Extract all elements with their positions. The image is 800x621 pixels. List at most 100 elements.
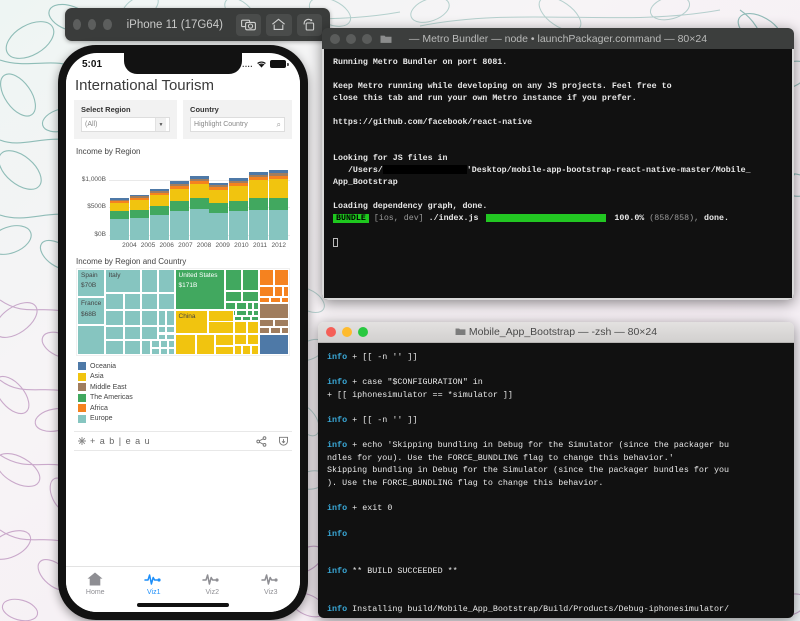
- legend-item-asia[interactable]: Asia: [78, 372, 189, 381]
- treemap-cell[interactable]: [225, 269, 243, 292]
- treemap-cell[interactable]: [157, 269, 175, 294]
- metro-close-button[interactable]: [330, 33, 340, 44]
- bar-2007[interactable]: [169, 181, 189, 240]
- ios-simulator-window[interactable]: iPhone 11 (17G64) 5:01 .... Internationa…: [25, 5, 330, 621]
- treemap-cell[interactable]: [77, 324, 105, 355]
- treemap-cell[interactable]: [280, 327, 289, 335]
- treemap-cell[interactable]: [259, 334, 289, 355]
- country-filter[interactable]: Country Highlight Country ⌕: [183, 100, 292, 139]
- treemap-cell[interactable]: [274, 318, 289, 328]
- treemap-cell[interactable]: [269, 327, 281, 335]
- bar-segment-europe[interactable]: [129, 217, 149, 240]
- treemap-cell[interactable]: [140, 325, 158, 341]
- chevron-down-icon[interactable]: ▼: [155, 118, 167, 131]
- treemap-cell[interactable]: [157, 325, 167, 334]
- treemap-cell[interactable]: [151, 340, 160, 349]
- treemap-cell[interactable]: [157, 310, 167, 326]
- download-icon[interactable]: [278, 436, 289, 447]
- treemap-cell[interactable]: [259, 318, 275, 328]
- zsh-terminal-output[interactable]: info + [[ -n '' ]] info + case "$CONFIGU…: [318, 343, 794, 618]
- search-icon[interactable]: ⌕: [277, 120, 281, 130]
- treemap-cell[interactable]: [166, 325, 175, 334]
- metro-minimize-button[interactable]: [346, 33, 356, 44]
- treemap-cell[interactable]: [246, 334, 260, 345]
- treemap-cell[interactable]: [233, 334, 247, 345]
- treemap-cell-china[interactable]: China: [174, 310, 209, 335]
- bar-segment-europe[interactable]: [209, 212, 229, 240]
- bar-segment-europe[interactable]: [110, 218, 129, 240]
- rotate-button[interactable]: [296, 13, 323, 36]
- income-by-region-country-treemap[interactable]: Spain $70B France $68B Italy United States $17…: [76, 268, 290, 356]
- bar-2004[interactable]: [110, 197, 129, 240]
- bar-segment-the-americas[interactable]: [129, 209, 149, 218]
- legend-item-africa[interactable]: Africa: [78, 404, 189, 412]
- bar-2011[interactable]: [249, 171, 269, 240]
- metro-bundler-terminal-window[interactable]: — Metro Bundler — node • launchPackager.…: [322, 28, 794, 300]
- bar-2009[interactable]: [209, 183, 229, 240]
- bar-2005[interactable]: [129, 194, 149, 240]
- bar-segment-asia[interactable]: [249, 180, 269, 198]
- bar-segment-asia[interactable]: [129, 200, 149, 210]
- treemap-cell[interactable]: [242, 344, 251, 355]
- simulator-minimize-button[interactable]: [88, 19, 97, 30]
- simulator-toolbar[interactable]: iPhone 11 (17G64): [65, 8, 330, 41]
- tab-home[interactable]: Home: [66, 571, 125, 596]
- treemap-cell[interactable]: [104, 325, 124, 341]
- treemap-cell[interactable]: [123, 340, 141, 355]
- simulator-close-button[interactable]: [73, 19, 82, 30]
- treemap-cell[interactable]: [157, 333, 167, 341]
- treemap-cell[interactable]: [236, 301, 247, 311]
- zsh-terminal-titlebar[interactable]: Mobile_App_Bootstrap — -zsh — 80×24: [318, 322, 794, 343]
- treemap-cell[interactable]: [140, 269, 158, 294]
- simulator-maximize-button[interactable]: [103, 19, 112, 30]
- treemap-cell[interactable]: [225, 291, 243, 302]
- treemap-cell[interactable]: [140, 340, 152, 355]
- treemap-cell[interactable]: [151, 348, 160, 355]
- treemap-cell[interactable]: [140, 310, 158, 326]
- treemap-cell[interactable]: [159, 348, 169, 355]
- bar-segment-asia[interactable]: [209, 190, 229, 203]
- bar-segment-europe[interactable]: [229, 211, 249, 240]
- bar-segment-asia[interactable]: [229, 185, 249, 201]
- treemap-cell-spain[interactable]: Spain $70B: [77, 269, 105, 298]
- iphone-screen[interactable]: 5:01 .... International Tourism Select R…: [66, 53, 300, 612]
- treemap-cell[interactable]: [280, 296, 289, 304]
- treemap-cell[interactable]: [195, 334, 215, 355]
- bar-segment-asia[interactable]: [149, 195, 169, 206]
- legend-item-europe[interactable]: Europe: [78, 414, 189, 423]
- bar-segment-the-americas[interactable]: [269, 197, 288, 211]
- tab-viz2[interactable]: Viz2: [183, 571, 242, 596]
- share-icon[interactable]: [256, 435, 267, 447]
- bar-segment-the-americas[interactable]: [209, 202, 229, 213]
- country-search-field[interactable]: Highlight Country ⌕: [190, 117, 285, 132]
- treemap-cell[interactable]: [123, 293, 141, 311]
- treemap-cell[interactable]: [250, 344, 260, 355]
- treemap-cell[interactable]: [104, 340, 124, 355]
- treemap-cell[interactable]: [166, 333, 175, 341]
- treemap-cell[interactable]: [157, 293, 175, 311]
- region-select[interactable]: (All) ▼: [81, 117, 171, 132]
- treemap-cell[interactable]: [274, 286, 283, 297]
- bar-2008[interactable]: [189, 176, 209, 240]
- legend-item-the-americas[interactable]: The Americas: [78, 393, 189, 402]
- tab-viz3[interactable]: Viz3: [242, 571, 301, 596]
- metro-terminal-titlebar[interactable]: — Metro Bundler — node • launchPackager.…: [322, 28, 794, 49]
- treemap-cell[interactable]: [259, 327, 270, 335]
- treemap-cell[interactable]: [274, 269, 289, 287]
- treemap-cell[interactable]: [242, 291, 260, 302]
- treemap-cell[interactable]: [140, 293, 158, 311]
- bar-segment-the-americas[interactable]: [149, 205, 169, 216]
- bar-segment-asia[interactable]: [110, 202, 129, 212]
- treemap-cell[interactable]: [259, 269, 275, 287]
- zsh-maximize-button[interactable]: [358, 327, 368, 337]
- bar-segment-europe[interactable]: [189, 209, 209, 240]
- treemap-cell[interactable]: [233, 321, 247, 335]
- bar-segment-the-americas[interactable]: [110, 211, 129, 219]
- bar-2010[interactable]: [229, 178, 249, 240]
- bar-segment-the-americas[interactable]: [169, 201, 189, 212]
- legend-item-oceania[interactable]: Oceania: [78, 362, 189, 370]
- bar-segment-asia[interactable]: [189, 184, 209, 199]
- treemap-cell[interactable]: [208, 321, 234, 335]
- bar-segment-europe[interactable]: [269, 210, 288, 240]
- treemap-cell[interactable]: [104, 293, 124, 311]
